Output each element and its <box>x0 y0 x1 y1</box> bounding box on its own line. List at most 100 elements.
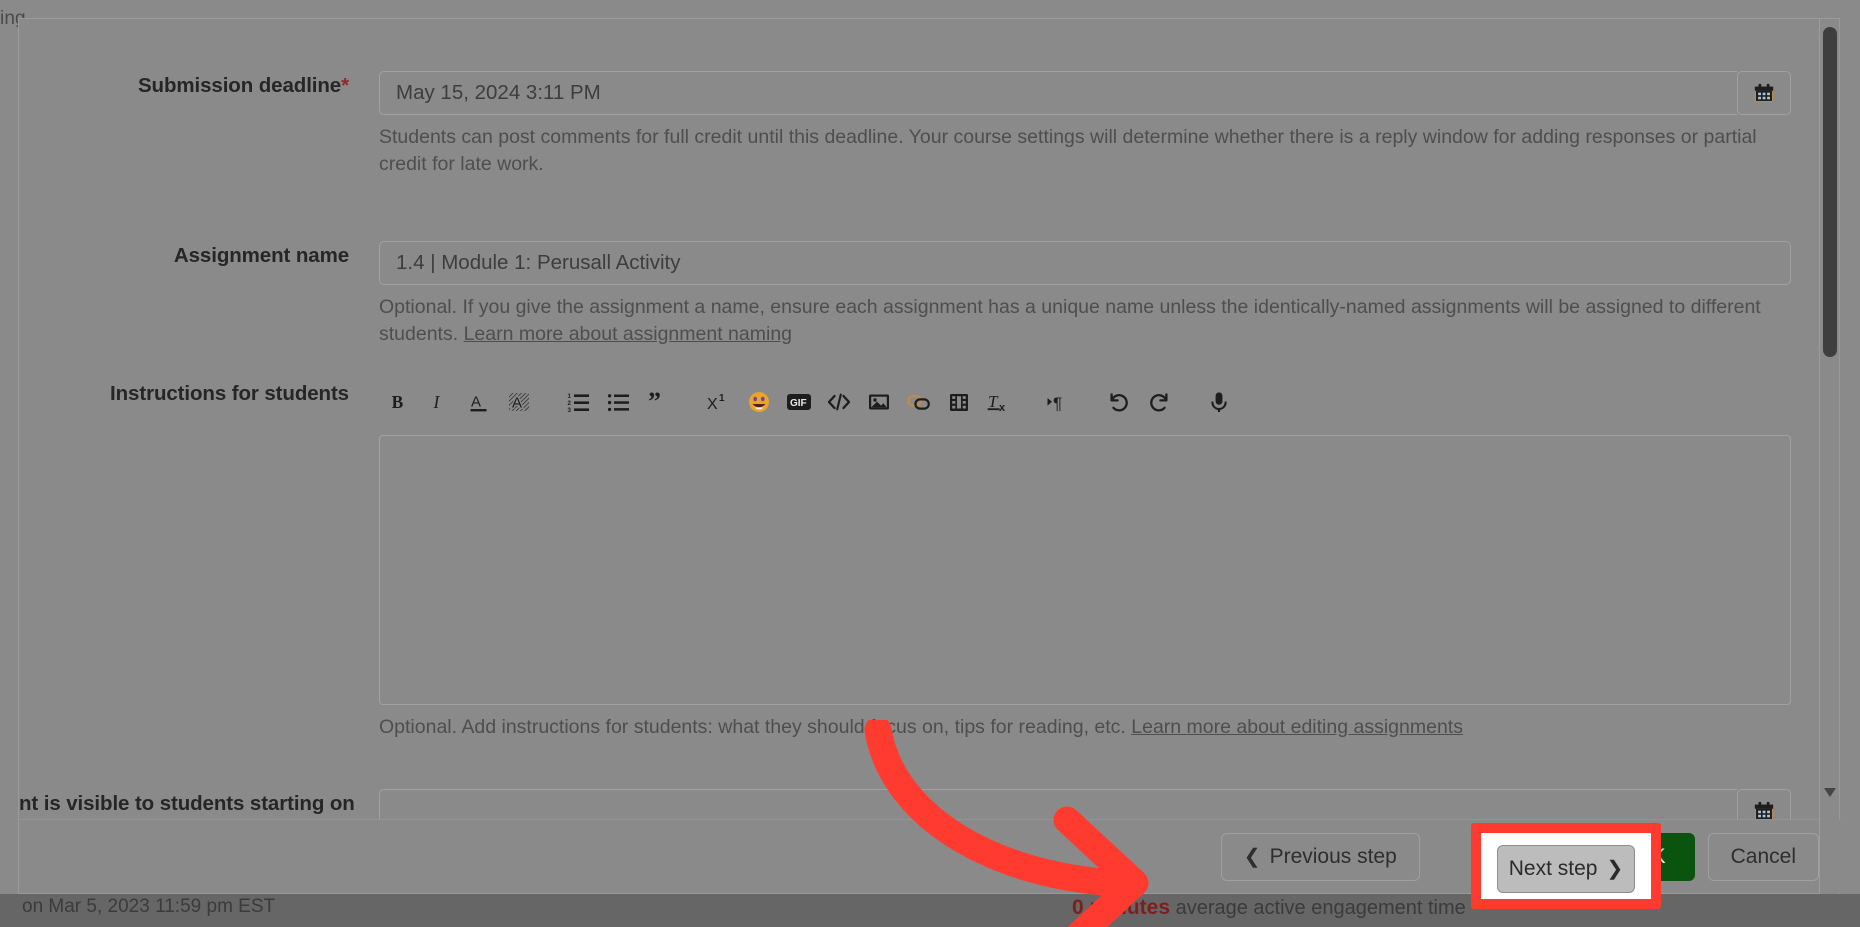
svg-text:x: x <box>999 402 1006 414</box>
control-visible-on <box>379 789 1791 819</box>
control-assignment-name: Optional. If you give the assignment a n… <box>379 241 1791 348</box>
text-direction-icon: ¶ <box>1047 394 1062 413</box>
redo-icon <box>1150 393 1168 412</box>
chevron-right-icon: ❯ <box>1606 858 1624 880</box>
help-assignment-name: Optional. If you give the assignment a n… <box>379 294 1779 348</box>
highlight-color-button[interactable]: A <box>499 382 539 422</box>
chevron-left-icon: ❮ <box>1243 845 1261 868</box>
help-instructions-text: Optional. Add instructions for students:… <box>379 716 1132 738</box>
emoji-icon <box>749 392 769 412</box>
engagement-stat-label: average active engagement time <box>1170 897 1466 919</box>
label-submission-deadline: Submission deadline* <box>19 71 379 101</box>
svg-text:3: 3 <box>568 407 572 414</box>
image-button[interactable] <box>859 382 899 422</box>
link-icon <box>907 395 930 410</box>
blockquote-icon: ” <box>648 390 661 414</box>
blockquote-button[interactable]: ” <box>639 382 679 422</box>
deadline-input-group <box>379 71 1791 115</box>
svg-text:GIF: GIF <box>790 398 807 409</box>
chevron-down-icon[interactable] <box>1823 785 1837 799</box>
emoji-button[interactable] <box>739 382 779 422</box>
bold-icon: B <box>392 392 404 412</box>
calendar-icon <box>1754 83 1774 103</box>
unordered-list-icon <box>607 394 629 412</box>
field-row-submission-deadline: Submission deadline* May 15, 2024 3:11 P… <box>19 71 1809 178</box>
undo-icon <box>1110 393 1128 412</box>
control-submission-deadline: Students can post comments for full cred… <box>379 71 1791 178</box>
link-assignment-naming[interactable]: Learn more about assignment naming <box>464 323 792 345</box>
label-visible-on: nt is visible to students starting on <box>19 792 355 815</box>
code-button[interactable] <box>819 382 859 422</box>
visible-on-input-group <box>379 789 1791 819</box>
svg-text:I: I <box>433 392 441 412</box>
superscript-icon: X 1 <box>707 393 725 413</box>
link-button[interactable] <box>899 382 939 422</box>
field-row-assignment-name: Assignment name Optional. If you give th… <box>19 241 1809 348</box>
required-star: * <box>341 74 349 97</box>
code-icon <box>827 393 851 411</box>
video-button[interactable] <box>939 382 979 422</box>
visible-on-calendar-button[interactable] <box>1737 789 1791 819</box>
text-color-icon: A <box>470 394 487 412</box>
control-instructions: B I A A 1 2 3 ” X 1 GIF T x ¶ Optional. … <box>379 379 1791 741</box>
label-submission-deadline-text: Submission deadline <box>137 74 342 97</box>
svg-text:2: 2 <box>568 400 572 407</box>
instructions-editor-area[interactable] <box>379 435 1791 705</box>
ordered-list-icon: 1 2 3 <box>568 393 589 414</box>
field-row-visible-on: nt is visible to students starting on <box>19 789 1809 819</box>
italic-button[interactable]: I <box>419 382 459 422</box>
svg-text:X: X <box>707 396 718 413</box>
microphone-icon <box>1211 392 1227 412</box>
text-direction-button[interactable]: ¶ <box>1039 382 1079 422</box>
svg-text:B: B <box>392 392 404 412</box>
submission-deadline-input[interactable] <box>379 71 1737 115</box>
field-row-instructions: Instructions for students B I A A 1 2 3 … <box>19 379 1809 741</box>
previous-step-label: Previous step <box>1269 844 1397 868</box>
background-bottom-left-text: on Mar 5, 2023 11:59 pm EST <box>22 896 276 917</box>
gif-button[interactable]: GIF <box>779 382 819 422</box>
assignment-name-input[interactable] <box>379 241 1791 285</box>
richtext-toolbar: B I A A 1 2 3 ” X 1 GIF T x ¶ <box>379 379 1791 425</box>
undo-button[interactable] <box>1099 382 1139 422</box>
scrollbar-thumb[interactable] <box>1823 27 1837 357</box>
svg-text:A: A <box>512 395 522 412</box>
highlight-color-icon: A <box>509 393 529 413</box>
clear-formatting-button[interactable]: T x <box>979 382 1019 422</box>
link-editing-assignments[interactable]: Learn more about editing assignments <box>1131 716 1463 738</box>
previous-step-button[interactable]: ❮ Previous step <box>1220 832 1420 881</box>
label-assignment-name: Assignment name <box>173 244 349 267</box>
visible-on-input[interactable] <box>379 789 1737 819</box>
deadline-calendar-button[interactable] <box>1737 71 1791 115</box>
image-icon <box>869 394 889 410</box>
assignment-name-input-group <box>379 241 1791 285</box>
help-submission-deadline: Students can post comments for full cred… <box>379 126 1757 175</box>
label-instructions: Instructions for students <box>110 382 349 405</box>
redo-button[interactable] <box>1139 382 1179 422</box>
italic-icon: I <box>433 392 441 412</box>
clear-formatting-icon: T x <box>987 392 1006 414</box>
help-instructions: Optional. Add instructions for students:… <box>379 714 1779 741</box>
screenshot-root: ing Submission deadline* May 15, 2024 3:… <box>0 0 1860 927</box>
svg-text:1: 1 <box>719 393 725 404</box>
svg-text:1: 1 <box>568 393 572 400</box>
dialog-scroll-area: Submission deadline* May 15, 2024 3:11 P… <box>19 19 1821 819</box>
text-color-button[interactable]: A <box>459 382 499 422</box>
svg-text:A: A <box>471 394 481 411</box>
svg-text:T: T <box>988 392 999 411</box>
background-bottom-right-stat: 0 minutes average active engagement time <box>1072 896 1466 920</box>
gif-icon: GIF <box>787 394 811 410</box>
engagement-stat-value: 0 minutes <box>1072 896 1171 919</box>
next-step-label: Next step <box>1508 857 1598 880</box>
unordered-list-button[interactable] <box>599 382 639 422</box>
svg-text:¶: ¶ <box>1053 394 1062 413</box>
microphone-button[interactable] <box>1199 382 1239 422</box>
dialog-scrollbar[interactable] <box>1819 19 1839 895</box>
next-step-button[interactable]: Next step ❯ <box>1497 845 1635 893</box>
cancel-button[interactable]: Cancel <box>1707 832 1819 881</box>
bold-button[interactable]: B <box>379 382 419 422</box>
cancel-label: Cancel <box>1730 844 1796 868</box>
superscript-button[interactable]: X 1 <box>699 382 739 422</box>
ordered-list-button[interactable]: 1 2 3 <box>559 382 599 422</box>
assignment-settings-dialog: Submission deadline* May 15, 2024 3:11 P… <box>18 18 1841 895</box>
calendar-icon <box>1754 801 1774 819</box>
